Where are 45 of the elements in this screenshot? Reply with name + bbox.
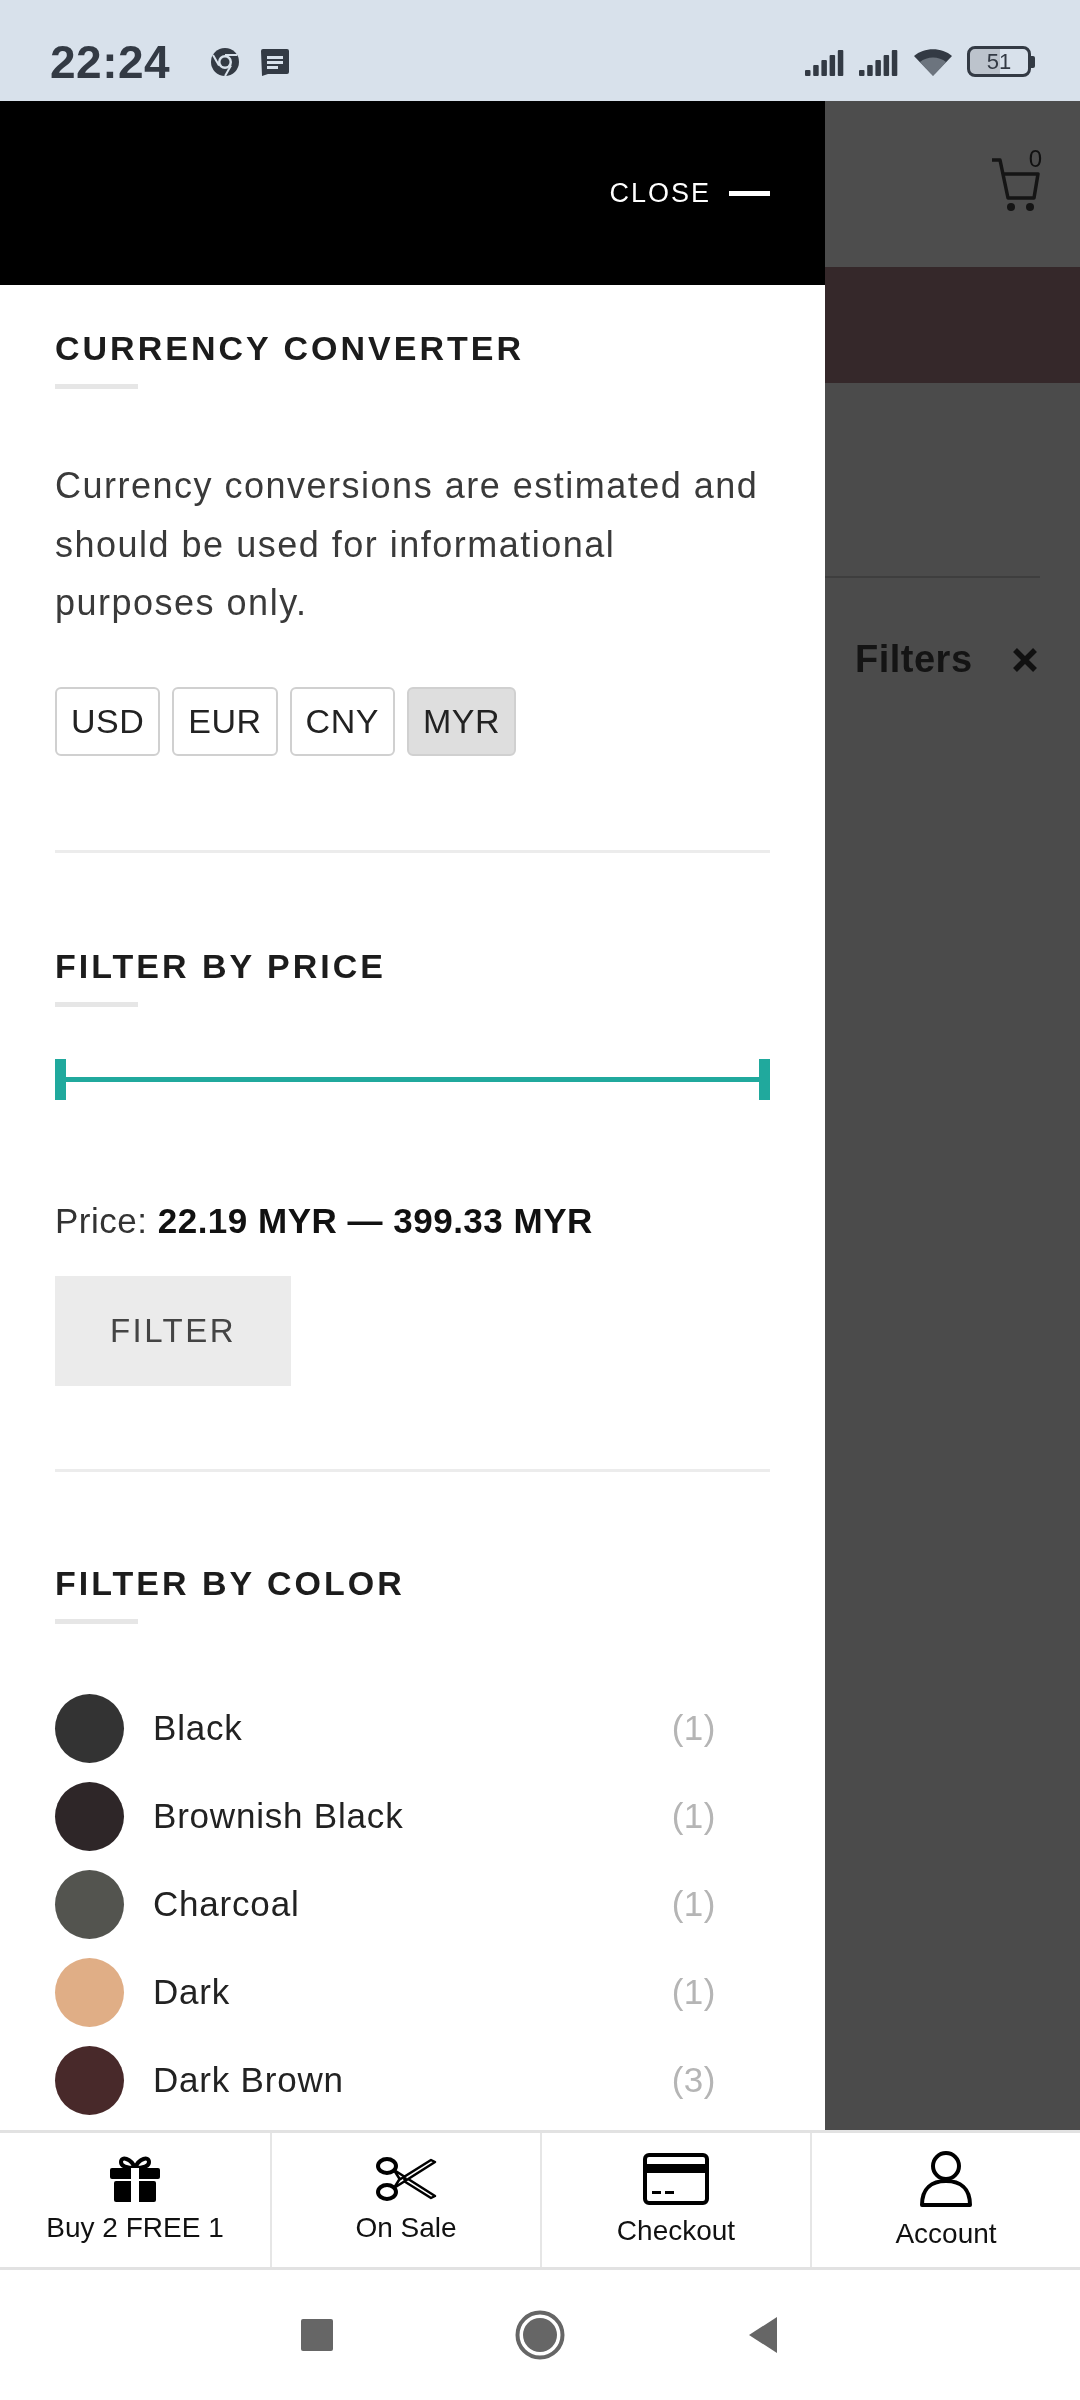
credit-card-icon (643, 2153, 709, 2205)
nav-item[interactable]: Buy 2 FREE 1 (0, 2144, 270, 2256)
color-link[interactable]: Charcoal (153, 1884, 672, 1924)
back-icon[interactable] (747, 2316, 779, 2354)
item-count: (1) (671, 1884, 716, 1924)
currency-note: Currency conversions are estimated and should be used for informational purposes only. (55, 464, 760, 625)
section-title: CURRENCY CONVERTER (55, 328, 525, 369)
filter-button[interactable]: FILTER (55, 1275, 291, 1386)
price-range-slider[interactable] (55, 1058, 770, 1100)
color-link[interactable]: Black (153, 1708, 672, 1748)
cart-count: 0 (1028, 145, 1042, 173)
signal-icon (805, 47, 845, 76)
color-link[interactable]: Dark (153, 1972, 672, 2012)
slider-handle[interactable] (759, 1058, 770, 1100)
scissors-icon (375, 2156, 437, 2202)
currency-button[interactable]: EUR (172, 686, 278, 756)
item-count: (1) (671, 1972, 716, 2012)
message-icon (260, 47, 291, 76)
item-count: (1) (671, 1796, 716, 1836)
home-icon[interactable] (515, 2310, 565, 2360)
wifi-icon (913, 46, 953, 77)
filters-title: Filters (855, 638, 973, 681)
color-link[interactable]: Dark Brown (153, 2060, 672, 2100)
slider-handle[interactable] (55, 1058, 66, 1100)
battery-indicator: 51 (967, 46, 1035, 77)
item-count: (1) (671, 1708, 716, 1748)
price-range-text: Price: 22.19 MYR — 399.33 MYR (55, 1199, 594, 1242)
close-button[interactable]: CLOSE (609, 177, 770, 209)
nav-item[interactable]: Account (812, 2144, 1080, 2256)
nav-item[interactable]: Checkout (542, 2144, 810, 2256)
section-title: FILTER BY PRICE (55, 945, 387, 987)
nav-item[interactable]: On Sale (272, 2144, 540, 2256)
item-count: (3) (671, 2060, 716, 2100)
status-time: 22:24 (50, 34, 171, 89)
close-icon[interactable] (1012, 646, 1038, 673)
gift-icon (109, 2156, 161, 2202)
currency-button[interactable]: USD (55, 686, 161, 756)
user-icon (919, 2150, 973, 2208)
color-link[interactable]: Brownish Black (153, 1796, 672, 1836)
currency-button[interactable]: MYR (406, 686, 516, 756)
dash-icon (729, 190, 770, 196)
signal-icon (859, 47, 899, 76)
section-title: FILTER BY COLOR (55, 1562, 406, 1604)
currency-button[interactable]: CNY (289, 686, 395, 756)
browser-icon (210, 46, 241, 77)
